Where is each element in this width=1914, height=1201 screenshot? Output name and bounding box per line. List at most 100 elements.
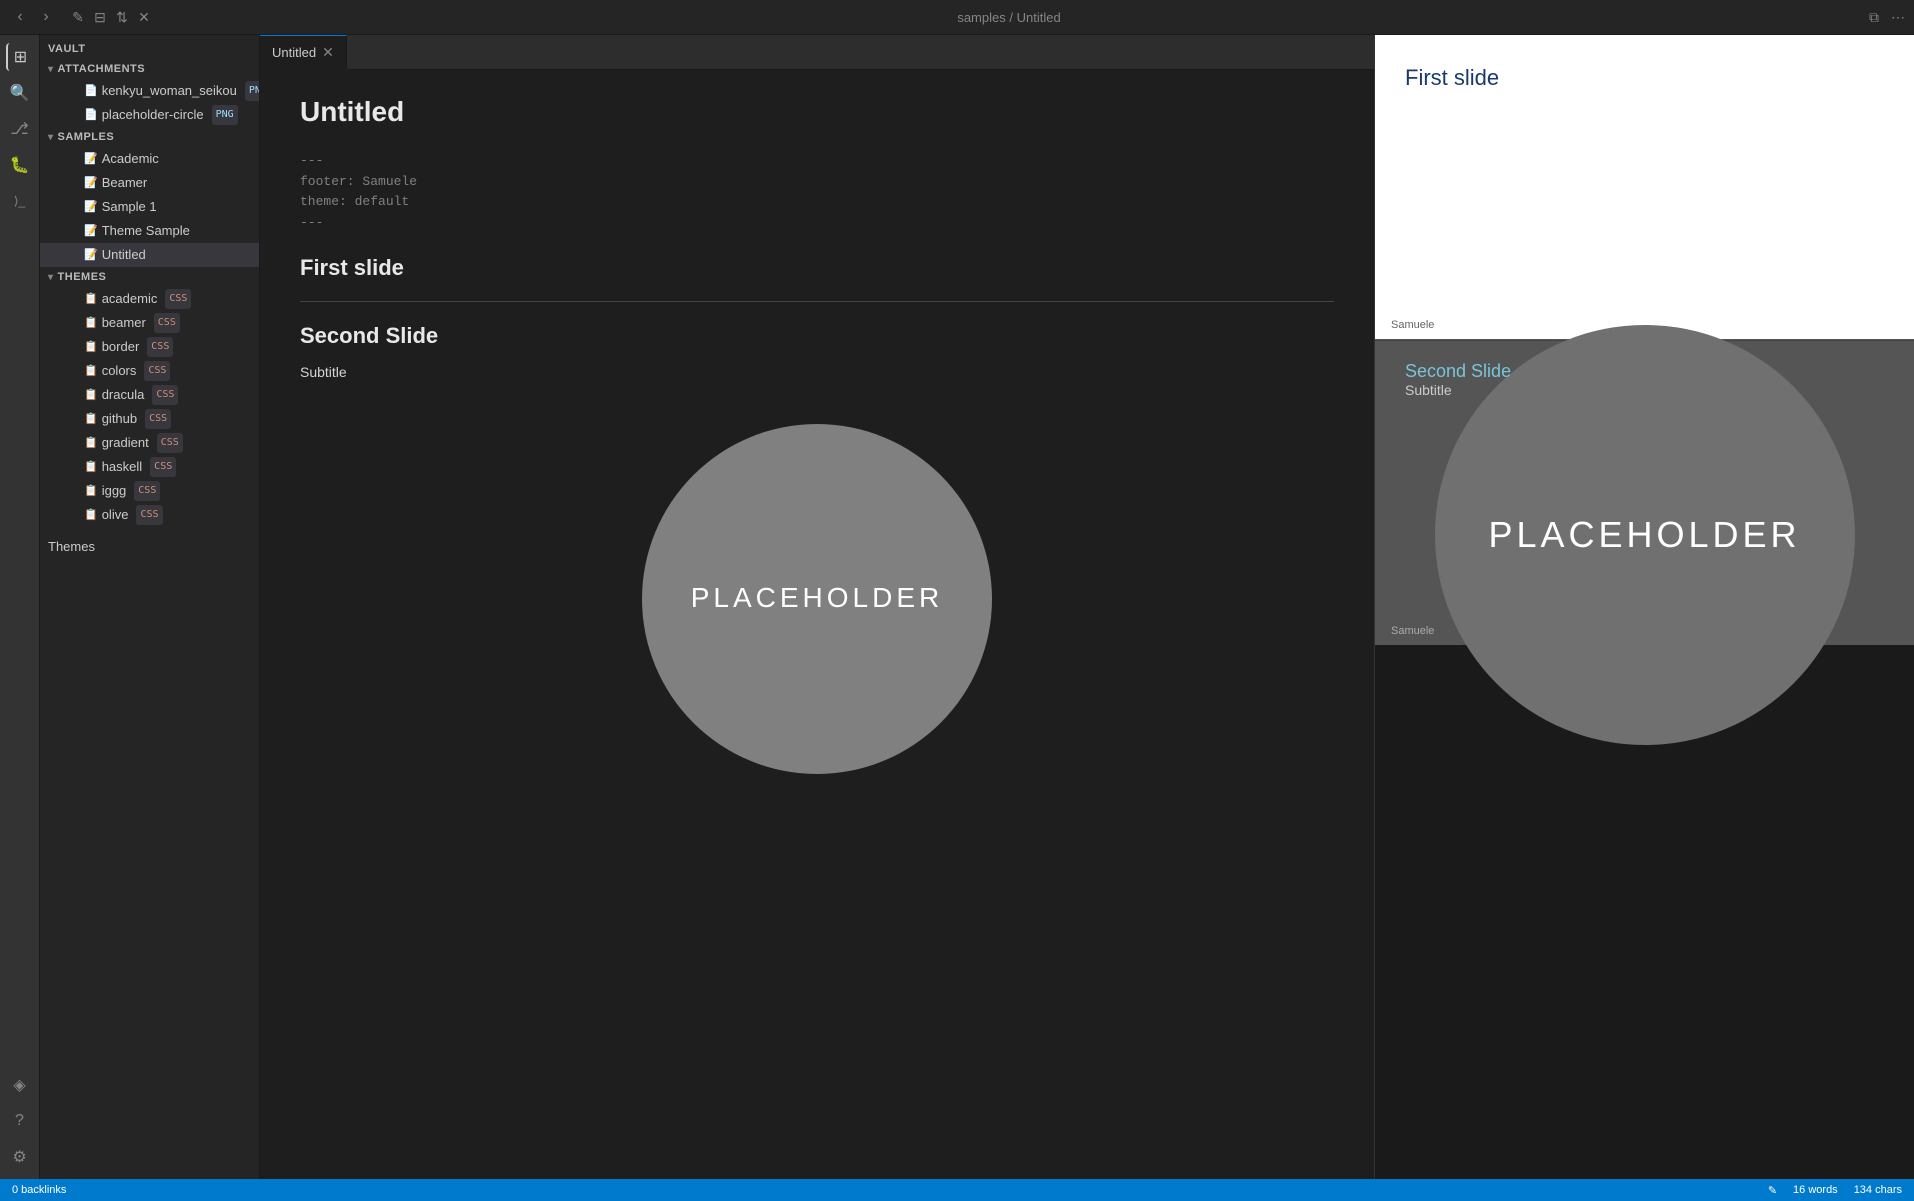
slide2-heading: Second Slide <box>300 318 1334 353</box>
more-options-icon[interactable]: ⋯ <box>1890 9 1906 25</box>
breadcrumb-separator: / <box>1009 10 1016 25</box>
settings-icon[interactable]: ⚙ <box>6 1143 34 1171</box>
extensions-icon[interactable]: ⟩_ <box>6 187 34 215</box>
themes-section[interactable]: Themes <box>40 531 259 562</box>
list-item[interactable]: 📋 colors CSS <box>40 359 259 383</box>
list-item[interactable]: 📋 haskell CSS <box>40 455 259 479</box>
close-icon[interactable]: ✕ <box>136 9 152 25</box>
theme-name: dracula <box>102 385 145 405</box>
git-icon[interactable]: ⎇ <box>6 115 34 143</box>
theme-name: academic <box>102 289 158 309</box>
file-badge: PNG <box>212 105 238 125</box>
filename: kenkyu_woman_seikou <box>102 81 237 101</box>
doc-title: Untitled <box>300 90 1334 135</box>
edit-icon[interactable]: ✎ <box>70 9 86 25</box>
css-icon: 📋 <box>84 289 98 309</box>
sample-name: Sample 1 <box>102 197 157 217</box>
frontmatter-line: --- <box>300 151 1334 172</box>
files-icon[interactable]: ⊞ <box>6 43 34 71</box>
slide2-content: Second Slide Subtitle <box>1375 341 1914 418</box>
css-icon: 📋 <box>84 409 98 429</box>
theme-badge: CSS <box>154 313 180 333</box>
sort-icon[interactable]: ⇅ <box>114 9 130 25</box>
list-item[interactable]: 📋 border CSS <box>40 335 259 359</box>
list-item[interactable]: 📋 beamer CSS <box>40 311 259 335</box>
slide2-preview-footer: Samuele <box>1375 617 1914 645</box>
sidebar: vault ▾ attachments 📄 kenkyu_woman_seiko… <box>40 35 260 1179</box>
doc-icon: 📝 <box>84 221 98 241</box>
vault-label: vault <box>40 35 259 59</box>
list-item[interactable]: 📄 kenkyu_woman_seikou PNG <box>40 79 259 103</box>
list-item[interactable]: 📋 academic CSS <box>40 287 259 311</box>
list-item[interactable]: 📋 iggg CSS <box>40 479 259 503</box>
breadcrumb: samples / Untitled <box>160 10 1858 25</box>
css-icon: 📋 <box>84 361 98 381</box>
css-icon: 📋 <box>84 385 98 405</box>
activity-bar: ⊞ 🔍 ⎇ 🐛 ⟩_ ◈ ? ⚙ <box>0 35 40 1179</box>
help-icon[interactable]: ? <box>6 1107 34 1135</box>
theme-name: beamer <box>102 313 146 333</box>
placeholder-circle: PLACEHOLDER <box>642 424 992 774</box>
samples-header[interactable]: ▾ samples <box>40 127 259 147</box>
css-icon: 📋 <box>84 481 98 501</box>
collapse-themes-icon: ▾ <box>48 272 54 283</box>
doc-icon: 📝 <box>84 197 98 217</box>
search-icon[interactable]: 🔍 <box>6 79 34 107</box>
list-item[interactable]: 📋 dracula CSS <box>40 383 259 407</box>
edit-icon: ✎ <box>1768 1184 1777 1197</box>
frontmatter-line: theme: default <box>300 192 1334 213</box>
breadcrumb-parent[interactable]: samples <box>957 10 1005 25</box>
sample-name: Theme Sample <box>102 221 190 241</box>
sidebar-item-theme-sample[interactable]: 📝 Theme Sample <box>40 219 259 243</box>
tab-untitled[interactable]: Untitled ✕ <box>260 35 347 70</box>
doc-icon: 📝 <box>84 173 98 193</box>
graph-icon[interactable]: ◈ <box>6 1071 34 1099</box>
list-item[interactable]: 📋 olive CSS <box>40 503 259 527</box>
theme-name: haskell <box>102 457 142 477</box>
css-icon: 📋 <box>84 505 98 525</box>
split-icon[interactable]: ⧉ <box>1866 9 1882 25</box>
frontmatter-line: footer: Samuele <box>300 172 1334 193</box>
css-icon: 📋 <box>84 313 98 333</box>
status-bar-right: ✎ 16 words 134 chars <box>1768 1184 1902 1197</box>
slide-preview-1: First slide Samuele <box>1375 35 1914 340</box>
preview-panel: First slide Samuele PLACEHOLDER Second S… <box>1374 35 1914 1179</box>
list-item[interactable]: 📋 gradient CSS <box>40 431 259 455</box>
char-count: 134 chars <box>1854 1184 1902 1197</box>
theme-badge: CSS <box>136 505 162 525</box>
collapse-samples-icon: ▾ <box>48 132 54 143</box>
themes-label: themes <box>58 271 107 283</box>
placeholder-container: PLACEHOLDER <box>300 424 1334 774</box>
file-badge: PNG <box>245 81 260 101</box>
slide-divider <box>300 301 1334 302</box>
status-bar: 0 backlinks ✎ 16 words 134 chars <box>0 1179 1914 1201</box>
doc-icon: 📝 <box>84 245 98 265</box>
top-bar-icons: ✎ ⊟ ⇅ ✕ <box>70 9 152 25</box>
slide1-heading: First slide <box>300 250 1334 285</box>
sidebar-item-untitled[interactable]: 📝 Untitled <box>40 243 259 267</box>
top-bar: ‹ › ✎ ⊟ ⇅ ✕ samples / Untitled ⧉ ⋯ <box>0 0 1914 35</box>
theme-name: border <box>102 337 140 357</box>
sidebar-item-beamer[interactable]: 📝 Beamer <box>40 171 259 195</box>
slide1-preview-title: First slide <box>1375 35 1914 91</box>
back-button[interactable]: ‹ <box>8 5 32 29</box>
theme-badge: CSS <box>134 481 160 501</box>
list-item[interactable]: 📄 placeholder-circle PNG <box>40 103 259 127</box>
list-item[interactable]: 📝 Academic <box>40 147 259 171</box>
themes-header[interactable]: ▾ themes <box>40 267 259 287</box>
tab-close-icon[interactable]: ✕ <box>322 44 334 61</box>
filename: placeholder-circle <box>102 105 204 125</box>
list-item[interactable]: 📝 Sample 1 <box>40 195 259 219</box>
editor-content[interactable]: Untitled --- footer: Samuele theme: defa… <box>260 70 1374 1179</box>
word-count: 16 words <box>1793 1184 1838 1197</box>
tab-label: Untitled <box>272 45 316 60</box>
list-item[interactable]: 📋 github CSS <box>40 407 259 431</box>
frontmatter: --- footer: Samuele theme: default --- <box>300 151 1334 234</box>
debug-icon[interactable]: 🐛 <box>6 151 34 179</box>
theme-name: gradient <box>102 433 149 453</box>
attachments-header[interactable]: ▾ attachments <box>40 59 259 79</box>
slide2-subtitle: Subtitle <box>300 361 1334 383</box>
placeholder-text: PLACEHOLDER <box>691 576 944 621</box>
folder-icon[interactable]: ⊟ <box>92 9 108 25</box>
forward-button[interactable]: › <box>34 5 58 29</box>
